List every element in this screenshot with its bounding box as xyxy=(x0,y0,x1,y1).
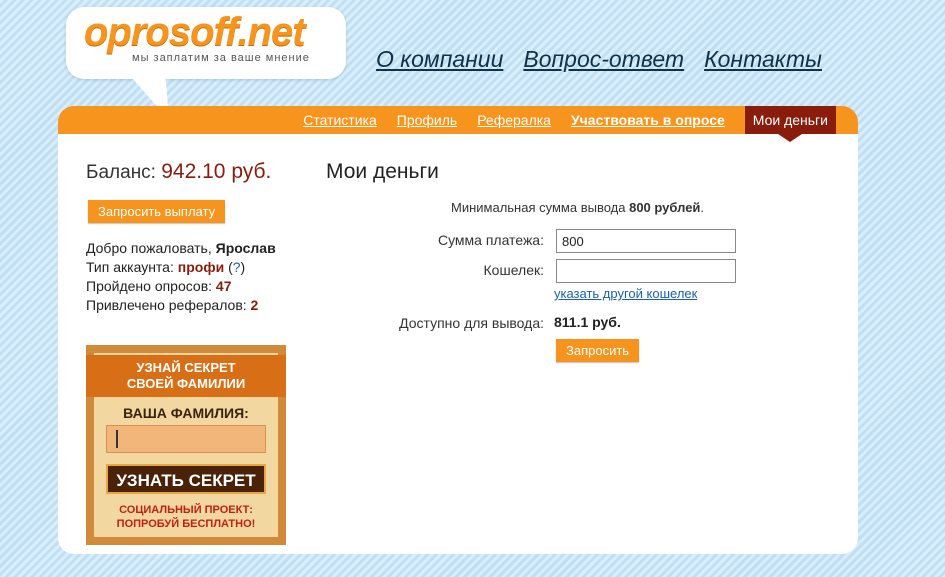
top-nav-contacts[interactable]: Контакты xyxy=(704,46,822,73)
request-payout-button[interactable]: Запросить выплату xyxy=(88,200,226,223)
balance-label: Баланс: xyxy=(86,162,156,183)
top-navigation: О компании Вопрос-ответ Контакты xyxy=(376,46,822,73)
min-note-suffix: . xyxy=(700,200,705,215)
ad-footer-line1: СОЦИАЛЬНЫЙ ПРОЕКТ: xyxy=(119,504,253,516)
main-panel: Статистика Профиль Рефералка Участвовать… xyxy=(58,106,858,554)
balance-amount: 942.10 руб. xyxy=(161,160,272,183)
nav-profile[interactable]: Профиль xyxy=(397,112,457,128)
ad-surname-input[interactable] xyxy=(106,425,266,453)
paren-close: ) xyxy=(240,259,246,275)
page-title: Мои деньги xyxy=(326,160,439,183)
user-name: Ярослав xyxy=(215,240,276,256)
ad-input-caret xyxy=(116,430,118,448)
account-type-value: профи xyxy=(177,259,225,275)
top-nav-about[interactable]: О компании xyxy=(376,46,503,73)
ad-ribbon: УЗНАЙ СЕКРЕТ СВОЕЙ ФАМИЛИИ xyxy=(86,355,286,397)
account-type-line: Тип аккаунта: профи (?) xyxy=(86,258,276,277)
ad-surname-label: ВАША ФАМИЛИЯ: xyxy=(123,405,249,421)
surveys-count: 47 xyxy=(215,278,232,294)
referrals-count: 2 xyxy=(250,297,259,313)
amount-label: Сумма платежа: xyxy=(437,232,544,248)
nav-take-survey[interactable]: Участвовать в опросе xyxy=(571,112,725,128)
main-nav-bar: Статистика Профиль Рефералка Участвовать… xyxy=(58,106,858,142)
ad-footer-line2: ПОПРОБУЙ БЕСПЛАТНО! xyxy=(116,518,256,530)
other-wallet-link[interactable]: указать другой кошелек xyxy=(554,286,697,301)
welcome-label: Добро пожаловать, xyxy=(86,240,212,256)
wallet-label: Кошелек: xyxy=(483,262,544,278)
account-help-link[interactable]: ? xyxy=(233,259,241,275)
min-withdrawal-note: Минимальная сумма вывода 800 рублей. xyxy=(451,200,704,215)
logo-tagline: мы заплатим за ваше мнение xyxy=(132,52,310,64)
account-info: Добро пожаловать, Ярослав Тип аккаунта: … xyxy=(86,239,276,315)
surveys-line: Пройдено опросов: 47 xyxy=(86,277,276,296)
site-logo[interactable]: oprosoff.net xyxy=(84,10,306,55)
ad-ribbon-line1: УЗНАЙ СЕКРЕТ xyxy=(136,360,236,375)
nav-my-money-active[interactable]: Мои деньги xyxy=(744,106,836,142)
available-label: Доступно для вывода: xyxy=(399,315,544,331)
ad-banner[interactable]: УЗНАЙ СЕКРЕТ СВОЕЙ ФАМИЛИИ ВАША ФАМИЛИЯ:… xyxy=(86,345,286,545)
ad-ribbon-line2: СВОЕЙ ФАМИЛИИ xyxy=(126,376,246,391)
surveys-label: Пройдено опросов: xyxy=(86,278,213,294)
submit-request-button[interactable]: Запросить xyxy=(556,339,640,362)
welcome-line: Добро пожаловать, Ярослав xyxy=(86,239,276,258)
available-amount: 811.1 руб. xyxy=(554,314,621,330)
top-nav-faq[interactable]: Вопрос-ответ xyxy=(523,46,684,73)
balance-line: Баланс: 942.10 руб. xyxy=(86,160,271,184)
referrals-label: Привлечено рефералов: xyxy=(86,297,247,313)
nav-statistics[interactable]: Статистика xyxy=(303,112,377,128)
amount-input[interactable] xyxy=(556,229,736,253)
main-navigation: Статистика Профиль Рефералка Участвовать… xyxy=(283,106,836,142)
min-note-amount: 800 рублей xyxy=(629,200,701,215)
ad-learn-secret-button[interactable]: УЗНАТЬ СЕКРЕТ xyxy=(106,464,266,494)
min-note-prefix: Минимальная сумма вывода xyxy=(451,200,626,215)
ad-footer: СОЦИАЛЬНЫЙ ПРОЕКТ: ПОПРОБУЙ БЕСПЛАТНО! xyxy=(86,503,286,531)
nav-referrals[interactable]: Рефералка xyxy=(477,112,551,128)
account-type-label: Тип аккаунта: xyxy=(86,259,174,275)
wallet-input[interactable] xyxy=(556,259,736,283)
referrals-line: Привлечено рефералов: 2 xyxy=(86,296,276,315)
